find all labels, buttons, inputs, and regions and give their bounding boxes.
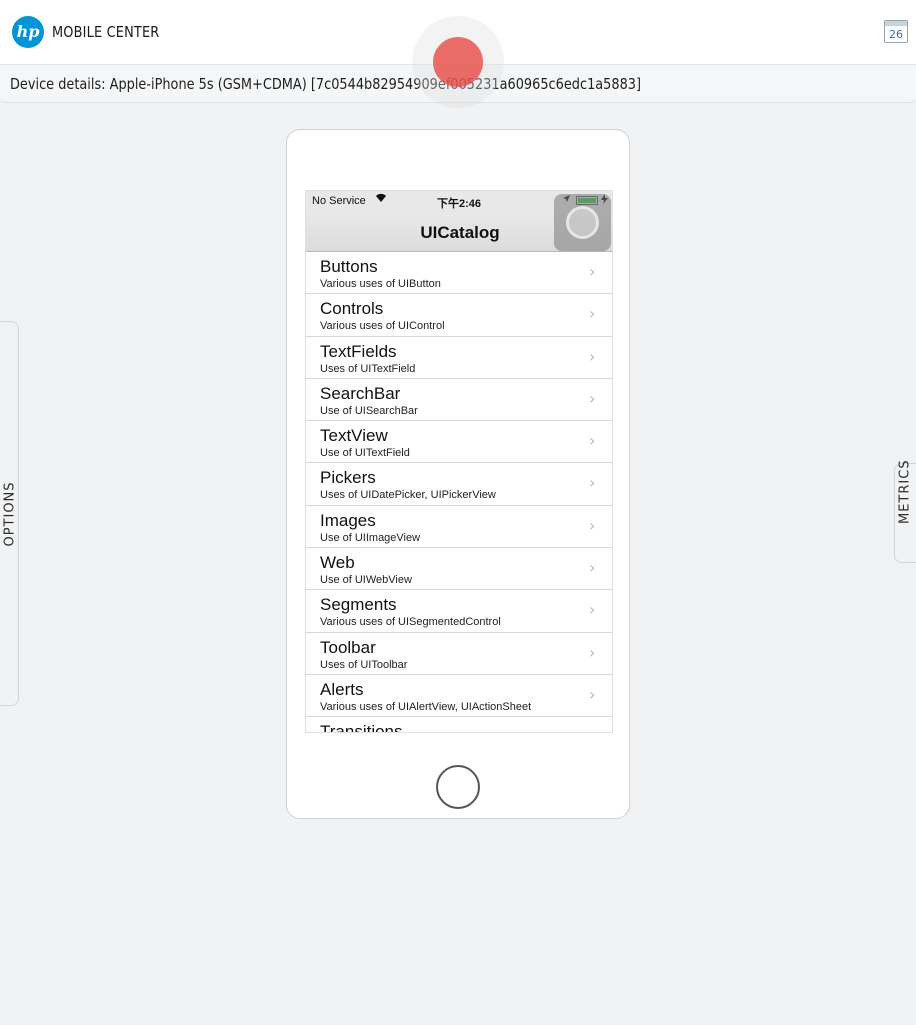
list-item-title: Images	[320, 510, 376, 530]
list-item[interactable]: Pickers Uses of UIDatePicker, UIPickerVie…	[306, 463, 612, 506]
list-item[interactable]: TextView Use of UITextField ›	[306, 421, 612, 464]
calendar-icon[interactable]: 26	[884, 20, 908, 43]
chevron-right-icon: ›	[589, 304, 596, 324]
chevron-right-icon: ›	[589, 642, 596, 662]
record-icon[interactable]	[433, 37, 483, 87]
list-item[interactable]: Buttons Various uses of UIButton ›	[306, 252, 612, 295]
list-item-title: TextView	[320, 426, 388, 446]
list-item[interactable]: Toolbar Uses of UIToolbar ›	[306, 633, 612, 675]
device-screen[interactable]: No Service 下午2:46 UICatalog Buttons Vario…	[305, 190, 613, 733]
list-item-title: Pickers	[320, 468, 376, 488]
list-item-subtitle: Use of UISearchBar	[320, 404, 418, 417]
list-item-subtitle: Various uses of UIButton	[320, 278, 441, 290]
list-item[interactable]: Transitions ›	[306, 717, 612, 733]
hp-logo-icon[interactable]: hp	[12, 16, 44, 48]
chevron-right-icon: ›	[589, 431, 596, 451]
list-item-subtitle: Uses of UIDatePicker, UIPickerView	[320, 489, 496, 502]
list-item-subtitle: Various uses of UISegmentedControl	[320, 616, 501, 629]
app-title: MOBILE CENTER	[52, 23, 160, 41]
list-item-subtitle: Uses of UITextField	[320, 362, 416, 375]
list-item-title: Toolbar	[320, 637, 376, 657]
list-item-title: TextFields	[320, 341, 397, 361]
calendar-day: 26	[889, 28, 903, 41]
list-item-subtitle: Various uses of UIControl	[320, 320, 445, 333]
list-item-title: Transitions	[320, 722, 403, 733]
carrier-label: No Service	[312, 195, 366, 207]
list-item-title: Segments	[320, 595, 397, 615]
chevron-right-icon: ›	[589, 600, 596, 620]
chevron-right-icon: ›	[589, 558, 596, 578]
list-item-title: SearchBar	[320, 383, 401, 403]
device-frame: No Service 下午2:46 UICatalog Buttons Vario…	[286, 129, 630, 819]
list-item[interactable]: Segments Various uses of UISegmentedContr…	[306, 590, 612, 633]
chevron-right-icon: ›	[589, 473, 596, 493]
list-item[interactable]: SearchBar Use of UISearchBar ›	[306, 379, 612, 422]
wifi-icon	[375, 193, 387, 206]
chevron-right-icon: ›	[589, 346, 596, 366]
list-item-title: Controls	[320, 299, 384, 319]
options-label: OPTIONS	[2, 481, 18, 547]
catalog-list: Buttons Various uses of UIButton › Control…	[306, 252, 612, 733]
options-panel-tab[interactable]: OPTIONS	[0, 321, 19, 706]
list-item-title: Buttons	[320, 257, 378, 276]
device-details-text: Device details: Apple-iPhone 5s (GSM+CDM…	[10, 75, 642, 93]
list-item[interactable]: Images Use of UIImageView ›	[306, 506, 612, 549]
list-item-title: Web	[320, 553, 355, 573]
metrics-panel-tab[interactable]: METRICS	[894, 459, 916, 563]
metrics-label: METRICS	[897, 459, 913, 524]
assistive-touch-icon[interactable]	[554, 194, 611, 251]
chevron-right-icon: ›	[589, 515, 596, 535]
chevron-right-icon: ›	[589, 727, 595, 732]
list-item[interactable]: Web Use of UIWebView ›	[306, 548, 612, 591]
chevron-right-icon: ›	[589, 262, 596, 281]
list-item-subtitle: Use of UITextField	[320, 447, 410, 460]
list-item-subtitle: Various uses of UIAlertView, UIActionShe…	[320, 700, 532, 713]
list-item[interactable]: TextFields Uses of UITextField ›	[306, 337, 612, 379]
list-item-title: Alerts	[320, 679, 364, 699]
chevron-right-icon: ›	[589, 684, 596, 704]
list-item-subtitle: Use of UIWebView	[320, 574, 412, 587]
list-item[interactable]: Controls Various uses of UIControl ›	[306, 294, 612, 337]
list-item-subtitle: Use of UIImageView	[320, 531, 421, 544]
status-time: 下午2:46	[437, 198, 482, 210]
list-item-subtitle: Uses of UIToolbar	[320, 658, 408, 671]
chevron-right-icon: ›	[589, 388, 596, 408]
list-item[interactable]: Alerts Various uses of UIAlertView, UIAct…	[306, 675, 612, 718]
home-button-icon[interactable]	[436, 765, 480, 809]
